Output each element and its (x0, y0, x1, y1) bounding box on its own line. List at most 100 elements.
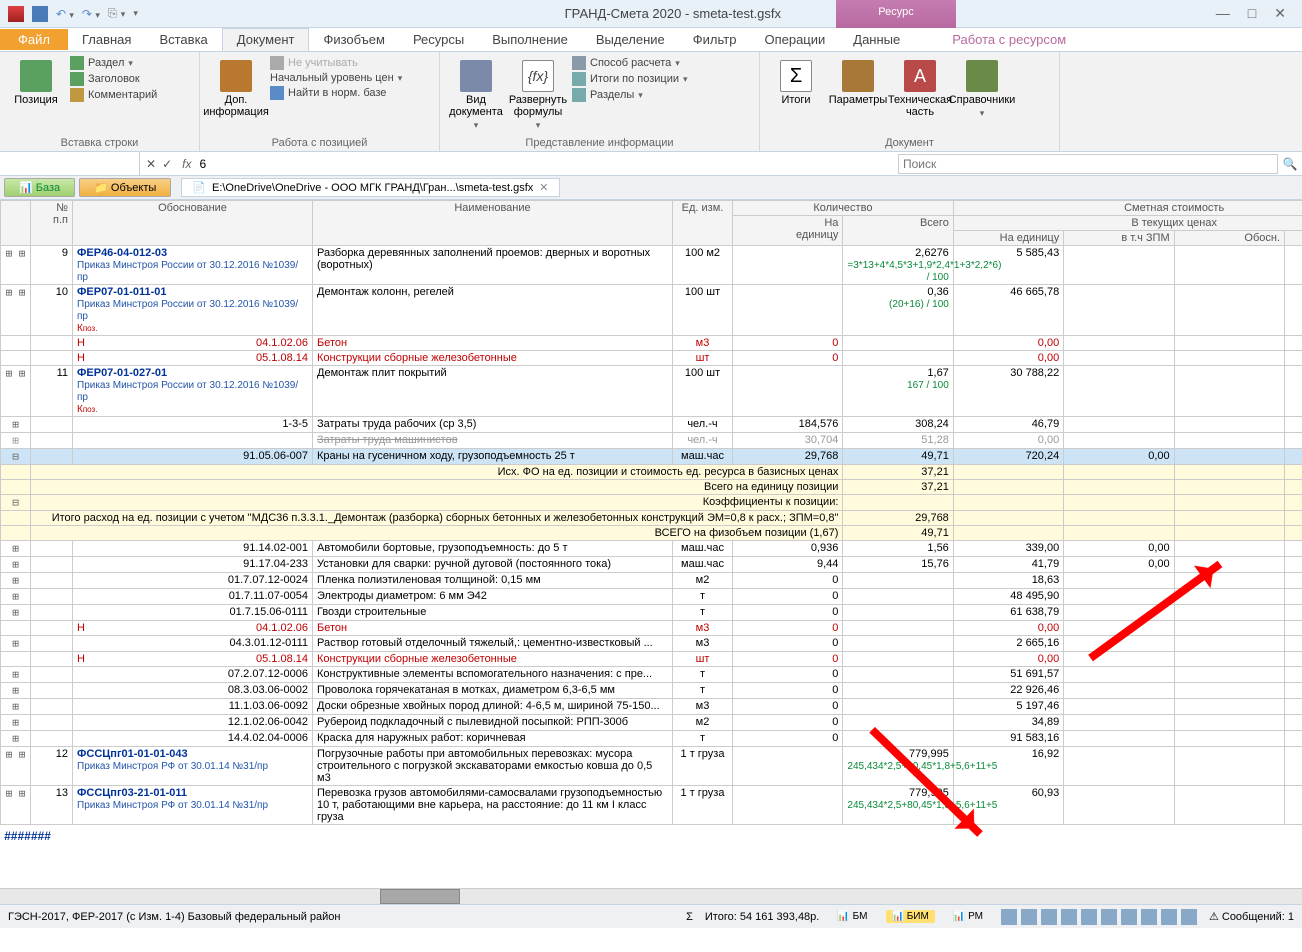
group-insert-row: Вставка строки (8, 137, 191, 151)
calc-method-button[interactable]: Способ расчета ▾ (572, 56, 688, 70)
sb-icon-5[interactable] (1081, 909, 1097, 925)
table-row[interactable]: ⊞08.3.03.06-0002Проволока горячекатаная … (1, 683, 1302, 699)
sigma-icon: Σ (686, 911, 693, 923)
section-button[interactable]: Раздел ▾ (70, 56, 157, 70)
sb-icon-9[interactable] (1161, 909, 1177, 925)
table-row[interactable]: Всего на единицу позиции37,21 (1, 480, 1302, 495)
horizontal-scrollbar[interactable] (0, 888, 1302, 904)
table-row[interactable]: ⊞14.4.02.04-0006Краска для наружных рабо… (1, 731, 1302, 747)
fx-icon: {fx} (522, 60, 554, 92)
table-row[interactable]: ⊞01.7.07.12-0024Пленка полиэтиленовая то… (1, 573, 1302, 589)
qat-dropdown-icon[interactable]: ▾ (133, 8, 138, 19)
table-row[interactable]: ⊞01.7.11.07-0054Электроды диаметром: 6 м… (1, 589, 1302, 605)
tech-part-button[interactable]: AТехническая часть (892, 56, 948, 118)
tab-exec[interactable]: Выполнение (478, 29, 582, 50)
group-presentation: Представление информации (448, 137, 751, 151)
tab-phys[interactable]: Физобъем (309, 29, 399, 50)
rm-badge[interactable]: 📊 РМ (947, 910, 989, 923)
table-row[interactable]: Н04.1.02.06Бетонм300,000,00 (1, 336, 1302, 351)
close-tab-icon[interactable]: ✕ (539, 181, 548, 194)
tab-document[interactable]: Документ (222, 28, 310, 51)
sb-icon-8[interactable] (1141, 909, 1157, 925)
expand-formulas-button[interactable]: {fx}Развернуть формулы▾ (510, 56, 566, 131)
table-row[interactable]: ⊞01.7.15.06-0111Гвозди строительныет061 … (1, 605, 1302, 621)
extra-info-button[interactable]: Доп. информация (208, 56, 264, 118)
table-row[interactable]: ⊟91.05.06-007Краны на гусеничном ходу, г… (1, 449, 1302, 465)
search-button[interactable]: 🔍 (1278, 157, 1302, 171)
minimize-button[interactable]: — (1216, 5, 1230, 22)
position-button[interactable]: Позиция (8, 56, 64, 106)
table-row[interactable]: ⊞1-3-5Затраты труда рабочих (ср 3,5)чел.… (1, 417, 1302, 433)
save-icon[interactable] (32, 6, 48, 22)
copy-icon[interactable]: ⎘ ▾ (108, 6, 125, 21)
sb-icon-7[interactable] (1121, 909, 1137, 925)
table-row[interactable]: Исх. ФО на ед. позиции и стоимость ед. р… (1, 465, 1302, 480)
ignore-button[interactable]: Не учитывать (270, 56, 402, 70)
close-button[interactable]: ✕ (1274, 5, 1286, 22)
tab-main[interactable]: Главная (68, 29, 145, 50)
tab-select[interactable]: Выделение (582, 29, 679, 50)
redo-icon[interactable]: ↷ ▾ (82, 7, 100, 21)
estimate-grid[interactable]: № п.п Обоснование Наименование Ед. изм. … (0, 200, 1302, 825)
table-row[interactable]: ⊞91.14.02-001Автомобили бортовые, грузоп… (1, 541, 1302, 557)
table-row[interactable]: ⊞07.2.07.12-0006Конструктивные элементы … (1, 667, 1302, 683)
magnify-icon (220, 60, 252, 92)
table-row[interactable]: ⊞12.1.02.06-0042Рубероид подкладочный с … (1, 715, 1302, 731)
table-row[interactable]: ⊞ ⊞11ФЕР07-01-027-01Приказ Минстроя Росс… (1, 366, 1302, 417)
sb-icon-6[interactable] (1101, 909, 1117, 925)
totals-button[interactable]: ΣИтоги (768, 56, 824, 106)
table-row[interactable]: ⊞ ⊞9ФЕР46-04-012-03Приказ Минстроя Росси… (1, 246, 1302, 285)
table-row[interactable]: ⊞91.17.04-233Установки для сварки: ручно… (1, 557, 1302, 573)
table-row[interactable]: Н04.1.02.06Бетонм300,000,00 (1, 621, 1302, 636)
tab-ops[interactable]: Операции (750, 29, 839, 50)
search-input[interactable] (898, 154, 1278, 174)
base-level-button[interactable]: Начальный уровень цен ▾ (270, 72, 402, 84)
maximize-button[interactable]: □ (1248, 5, 1256, 22)
col-cost: Сметная стоимость (953, 201, 1302, 216)
ref-button[interactable]: Справочники▾ (954, 56, 1010, 119)
table-row[interactable]: Итого расход на ед. позиции с учетом "МД… (1, 511, 1302, 526)
sb-icon-2[interactable] (1021, 909, 1037, 925)
find-norm-button[interactable]: Найти в норм. базе (270, 86, 402, 100)
confirm-edit-icon[interactable]: ✓ (162, 157, 172, 171)
undo-icon[interactable]: ↶ ▾ (56, 7, 74, 21)
plus-icon (20, 60, 52, 92)
comment-button[interactable]: Комментарий (70, 88, 157, 102)
bim-badge[interactable]: 📊 БИМ (886, 910, 935, 923)
cell-ref-box[interactable] (0, 152, 140, 175)
doc-view-button[interactable]: Вид документа▾ (448, 56, 504, 131)
mode-objects-button[interactable]: 📁 Объекты (79, 178, 171, 197)
sb-icon-1[interactable] (1001, 909, 1017, 925)
header-button[interactable]: Заголовок (70, 72, 157, 86)
tab-filter[interactable]: Фильтр (679, 29, 751, 50)
tab-data[interactable]: Данные (839, 29, 914, 50)
table-row[interactable]: ⊟Коэффициенты к позиции: (1, 495, 1302, 511)
sb-icon-10[interactable] (1181, 909, 1197, 925)
params-button[interactable]: Параметры (830, 56, 886, 106)
tab-resources[interactable]: Ресурсы (399, 29, 478, 50)
sb-icon-4[interactable] (1061, 909, 1077, 925)
bm-badge[interactable]: 📊 БМ (831, 910, 873, 923)
section-marker: ####### (0, 825, 1302, 847)
table-row[interactable]: ⊞ ⊞12ФССЦпг01-01-01-043Приказ Минстроя Р… (1, 747, 1302, 786)
sections-button[interactable]: Разделы ▾ (572, 88, 688, 102)
sb-icon-3[interactable] (1041, 909, 1057, 925)
tab-resource-work[interactable]: Работа с ресурсом (938, 29, 1080, 50)
table-row[interactable]: ВСЕГО на физобъем позиции (1,67)49,71 (1, 526, 1302, 541)
table-row[interactable]: ⊞ ⊞13ФССЦпг03-21-01-011Приказ Минстроя Р… (1, 786, 1302, 825)
tab-insert[interactable]: Вставка (145, 29, 221, 50)
table-row[interactable]: ⊞Затраты труда машинистовчел.-ч30,70451,… (1, 433, 1302, 449)
cancel-edit-icon[interactable]: ✕ (146, 157, 156, 171)
header-icon (70, 72, 84, 86)
table-row[interactable]: Н05.1.08.14Конструкции сборные железобет… (1, 652, 1302, 667)
position-totals-button[interactable]: Итоги по позиции ▾ (572, 72, 688, 86)
mode-base-button[interactable]: 📊 База (4, 178, 75, 197)
formula-input[interactable] (195, 155, 898, 173)
file-tab[interactable]: Файл (0, 29, 68, 50)
document-tab[interactable]: 📄 E:\OneDrive\OneDrive - ООО МГК ГРАНД\Г… (181, 178, 559, 197)
messages-indicator[interactable]: ⚠ Сообщений: 1 (1209, 910, 1294, 923)
table-row[interactable]: Н05.1.08.14Конструкции сборные железобет… (1, 351, 1302, 366)
col-num: № п.п (31, 201, 73, 246)
table-row[interactable]: ⊞ ⊞10ФЕР07-01-011-01Приказ Минстроя Росс… (1, 285, 1302, 336)
table-row[interactable]: ⊞11.1.03.06-0092Доски обрезные хвойных п… (1, 699, 1302, 715)
